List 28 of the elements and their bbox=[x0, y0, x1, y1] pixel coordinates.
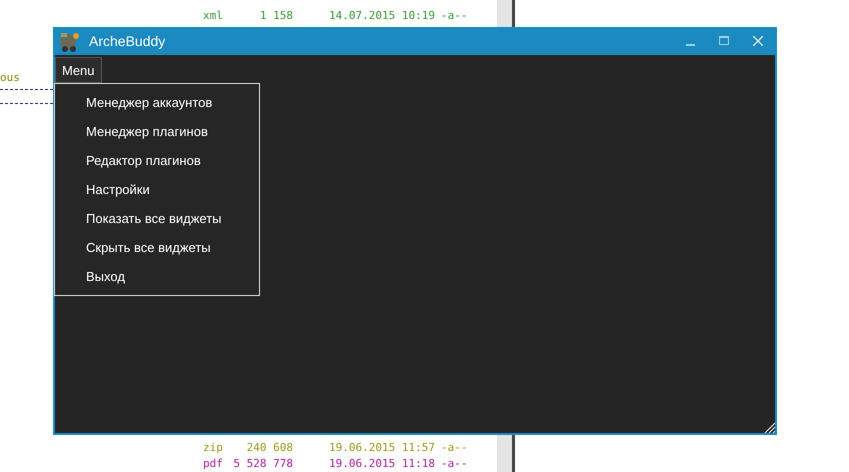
minimize-icon bbox=[686, 44, 694, 46]
menu-item[interactable]: Менеджер плагинов bbox=[55, 117, 259, 146]
window-title: ArcheBuddy bbox=[89, 33, 166, 49]
file-size: 1 158 bbox=[258, 8, 293, 24]
file-attributes: -a-- bbox=[441, 440, 468, 456]
truncated-text: ous bbox=[0, 71, 20, 84]
close-icon bbox=[753, 36, 763, 46]
menu-button[interactable]: Menu bbox=[55, 57, 102, 83]
resize-grip-icon[interactable] bbox=[763, 421, 775, 433]
menu-item[interactable]: Настройки bbox=[55, 175, 259, 204]
file-extension: xml bbox=[203, 8, 224, 24]
file-size: 240 608 bbox=[246, 440, 293, 456]
menu-item[interactable]: Выход bbox=[55, 262, 259, 291]
file-attributes: -a-- bbox=[441, 8, 468, 24]
maximize-icon bbox=[719, 36, 729, 46]
menu-item[interactable]: Менеджер аккаунтов bbox=[55, 88, 259, 117]
file-date: 19.06.2015 11:18 bbox=[329, 456, 436, 472]
file-extension: zip bbox=[203, 440, 224, 456]
file-extension: pdf bbox=[203, 456, 224, 472]
menu-item[interactable]: Показать все виджеты bbox=[55, 204, 259, 233]
scrollbar-track[interactable] bbox=[497, 435, 515, 472]
file-attributes: -a-- bbox=[441, 456, 468, 472]
file-date: 19.06.2015 11:57 bbox=[329, 440, 436, 456]
menu-item[interactable]: Редактор плагинов bbox=[55, 146, 259, 175]
menu-item[interactable]: Скрыть все виджеты bbox=[55, 233, 259, 262]
scrollbar-track[interactable] bbox=[497, 0, 515, 27]
file-date: 14.07.2015 10:19 bbox=[329, 8, 436, 24]
file-size: 5 528 778 bbox=[232, 456, 293, 472]
